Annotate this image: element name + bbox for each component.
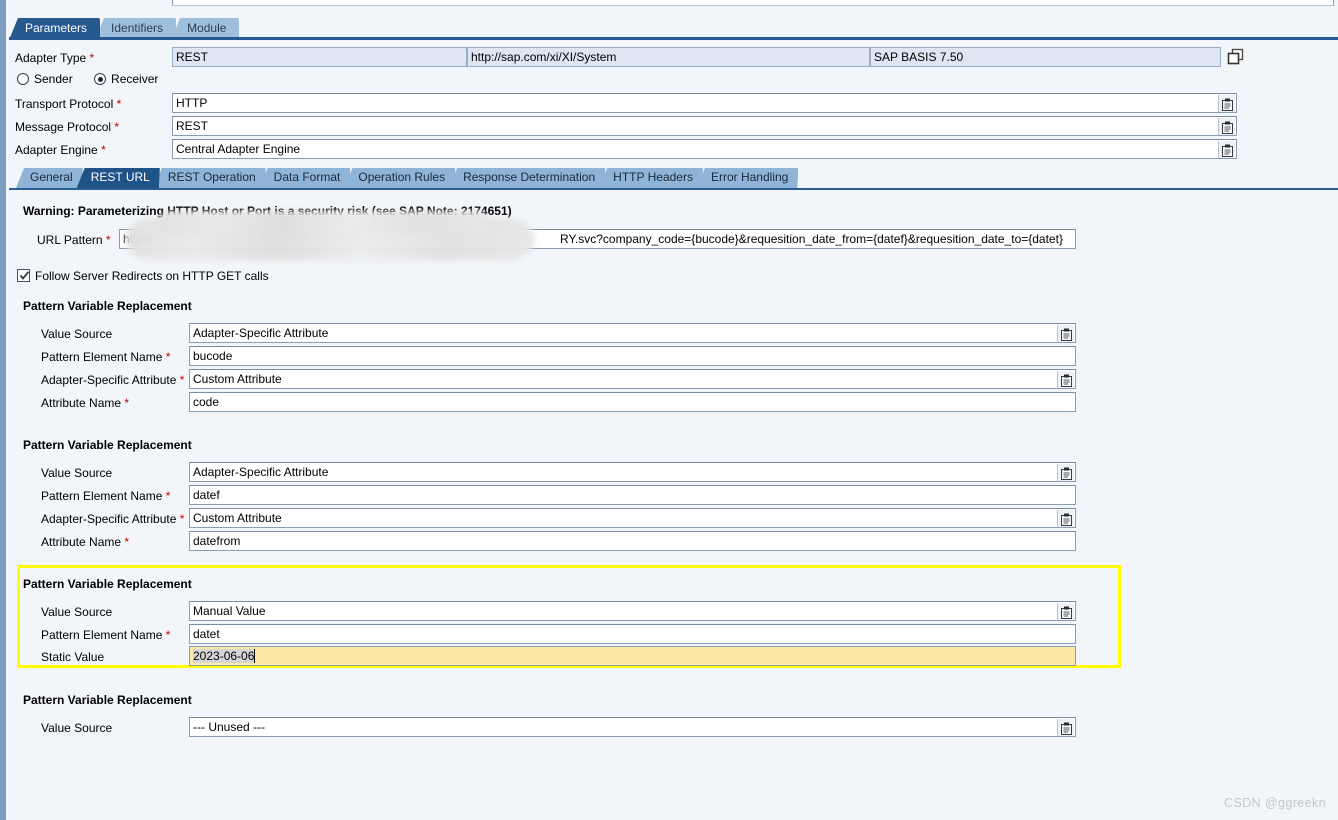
- text-caret: [254, 649, 256, 663]
- radio-sender-label: Sender: [34, 72, 73, 86]
- tab-parameters[interactable]: Parameters: [9, 18, 101, 40]
- software-component-field[interactable]: SAP BASIS 7.50: [870, 47, 1221, 67]
- rest-url-panel: Warning: Parameterizing HTTP Host or Por…: [9, 191, 1338, 820]
- subtab-operation-rules-label: Operation Rules: [358, 170, 446, 184]
- block2-value-source-field[interactable]: Adapter-Specific Attribute: [189, 462, 1076, 482]
- block2-value-source-value-help-icon[interactable]: [1057, 464, 1074, 481]
- block2-pattern-element-field[interactable]: datef: [189, 485, 1076, 505]
- subtab-http-headers-label: HTTP Headers: [613, 170, 693, 184]
- radio-receiver[interactable]: Receiver: [94, 72, 158, 86]
- block2-adapter-attr-field[interactable]: Custom Attribute: [189, 508, 1076, 528]
- subtab-underline: [9, 188, 1338, 190]
- subtab-data-format-label: Data Format: [273, 170, 341, 184]
- block3-static-value-text: 2023-06-06: [193, 649, 255, 663]
- subtab-error-handling[interactable]: Error Handling: [697, 168, 798, 188]
- subtab-response-determination[interactable]: Response Determination: [449, 168, 605, 188]
- message-protocol-label: Message Protocol *: [15, 120, 120, 134]
- block3-static-value-field[interactable]: 2023-06-06: [189, 646, 1076, 666]
- adapter-header-form: Adapter Type * REST http://sap.com/xi/XI…: [9, 40, 1338, 165]
- follow-redirects-checkbox[interactable]: [17, 269, 30, 282]
- block3-pattern-element-label: Pattern Element Name *: [41, 628, 171, 642]
- url-pattern-suffix: RY.svc?company_code={bucode}&requesition…: [560, 232, 1063, 246]
- pattern-block-4-title: Pattern Variable Replacement: [23, 693, 192, 707]
- block1-adapter-attr-label: Adapter-Specific Attribute *: [41, 373, 185, 387]
- block2-value-source-label: Value Source: [41, 466, 113, 480]
- subtab-error-handling-label: Error Handling: [710, 170, 789, 184]
- pattern-block-1-title: Pattern Variable Replacement: [23, 299, 192, 313]
- watermark: CSDN @ggreekn: [1224, 796, 1326, 810]
- block1-pattern-element-label: Pattern Element Name *: [41, 350, 171, 364]
- adapter-engine-value-help-icon[interactable]: [1218, 141, 1235, 158]
- block4-value-source-field[interactable]: --- Unused ---: [189, 717, 1076, 737]
- radio-receiver-indicator: [94, 73, 107, 85]
- adapter-type-field[interactable]: REST: [172, 47, 467, 67]
- tab-module-label: Module: [187, 21, 227, 35]
- adapter-type-label: Adapter Type *: [15, 51, 95, 65]
- follow-redirects-label: Follow Server Redirects on HTTP GET call…: [35, 269, 269, 283]
- url-pattern-field[interactable]: http:// RY.svc?company_code={bucode}&requ…: [119, 229, 1076, 249]
- radio-receiver-label: Receiver: [111, 72, 159, 86]
- block1-value-source-label: Value Source: [41, 327, 113, 341]
- pattern-block-2-title: Pattern Variable Replacement: [23, 438, 192, 452]
- required-marker: *: [86, 51, 95, 65]
- block3-static-value-label: Static Value: [41, 650, 105, 664]
- transport-protocol-field[interactable]: HTTP: [172, 93, 1237, 113]
- tab-parameters-label: Parameters: [25, 21, 88, 35]
- block3-value-source-label: Value Source: [41, 605, 113, 619]
- block2-pattern-element-label: Pattern Element Name *: [41, 489, 171, 503]
- block1-value-source-field[interactable]: Adapter-Specific Attribute: [189, 323, 1076, 343]
- block1-value-source-value-help-icon[interactable]: [1057, 325, 1074, 342]
- adapter-engine-field[interactable]: Central Adapter Engine: [172, 139, 1237, 159]
- block1-attribute-name-field[interactable]: code: [189, 392, 1076, 412]
- url-pattern-label: URL Pattern *: [37, 233, 111, 247]
- subtab-general-label: General: [30, 170, 73, 184]
- block4-value-source-value-help-icon[interactable]: [1057, 719, 1074, 736]
- adapter-namespace-field[interactable]: http://sap.com/xi/XI/System: [467, 47, 870, 67]
- block1-attribute-name-label: Attribute Name *: [41, 396, 130, 410]
- subtab-general[interactable]: General: [16, 168, 83, 188]
- security-warning-text: Warning: Parameterizing HTTP Host or Por…: [23, 204, 512, 218]
- pattern-block-3-title: Pattern Variable Replacement: [23, 577, 192, 591]
- block2-attribute-name-label: Attribute Name *: [41, 535, 130, 549]
- block2-adapter-attr-label: Adapter-Specific Attribute *: [41, 512, 185, 526]
- subtab-operation-rules[interactable]: Operation Rules: [344, 168, 455, 188]
- cutoff-field-above: [172, 0, 1334, 6]
- radio-sender-indicator: [17, 73, 29, 85]
- block2-adapter-attr-value-help-icon[interactable]: [1057, 510, 1074, 527]
- subtab-rest-url[interactable]: REST URL: [77, 168, 160, 188]
- adapter-engine-label: Adapter Engine *: [15, 143, 106, 157]
- block3-value-source-value-help-icon[interactable]: [1057, 603, 1074, 620]
- block1-adapter-attr-value-help-icon[interactable]: [1057, 371, 1074, 388]
- subtab-rest-operation[interactable]: REST Operation: [154, 168, 266, 188]
- checkmark-icon: [19, 271, 30, 280]
- subtab-data-format[interactable]: Data Format: [260, 168, 351, 188]
- block1-pattern-element-field[interactable]: bucode: [189, 346, 1076, 366]
- direction-radio-group: Sender Receiver: [17, 72, 176, 88]
- copy-icon[interactable]: [1227, 48, 1245, 66]
- transport-protocol-value-help-icon[interactable]: [1218, 95, 1235, 112]
- block3-value-source-field[interactable]: Manual Value: [189, 601, 1076, 621]
- block2-attribute-name-field[interactable]: datefrom: [189, 531, 1076, 551]
- sap-pi-communication-channel-screen: Parameters Identifiers Module Adapter Ty…: [0, 0, 1338, 820]
- rest-subtabstrip: General REST URL REST Operation Data For…: [9, 166, 1338, 190]
- block4-value-source-label: Value Source: [41, 721, 113, 735]
- url-pattern-prefix: http://: [123, 232, 154, 246]
- block3-pattern-element-field[interactable]: datet: [189, 624, 1076, 644]
- subtab-rest-operation-label: REST Operation: [167, 170, 256, 184]
- tab-identifiers-label: Identifiers: [111, 21, 164, 35]
- subtab-rest-url-label: REST URL: [90, 170, 150, 184]
- message-protocol-field[interactable]: REST: [172, 116, 1237, 136]
- subtab-response-determination-label: Response Determination: [463, 170, 596, 184]
- rest-subtabs-row: General REST URL REST Operation Data For…: [16, 168, 792, 188]
- block1-adapter-attr-field[interactable]: Custom Attribute: [189, 369, 1076, 389]
- message-protocol-value-help-icon[interactable]: [1218, 118, 1235, 135]
- subtab-http-headers[interactable]: HTTP Headers: [599, 168, 703, 188]
- transport-protocol-label: Transport Protocol *: [15, 97, 122, 111]
- radio-sender[interactable]: Sender: [17, 72, 73, 86]
